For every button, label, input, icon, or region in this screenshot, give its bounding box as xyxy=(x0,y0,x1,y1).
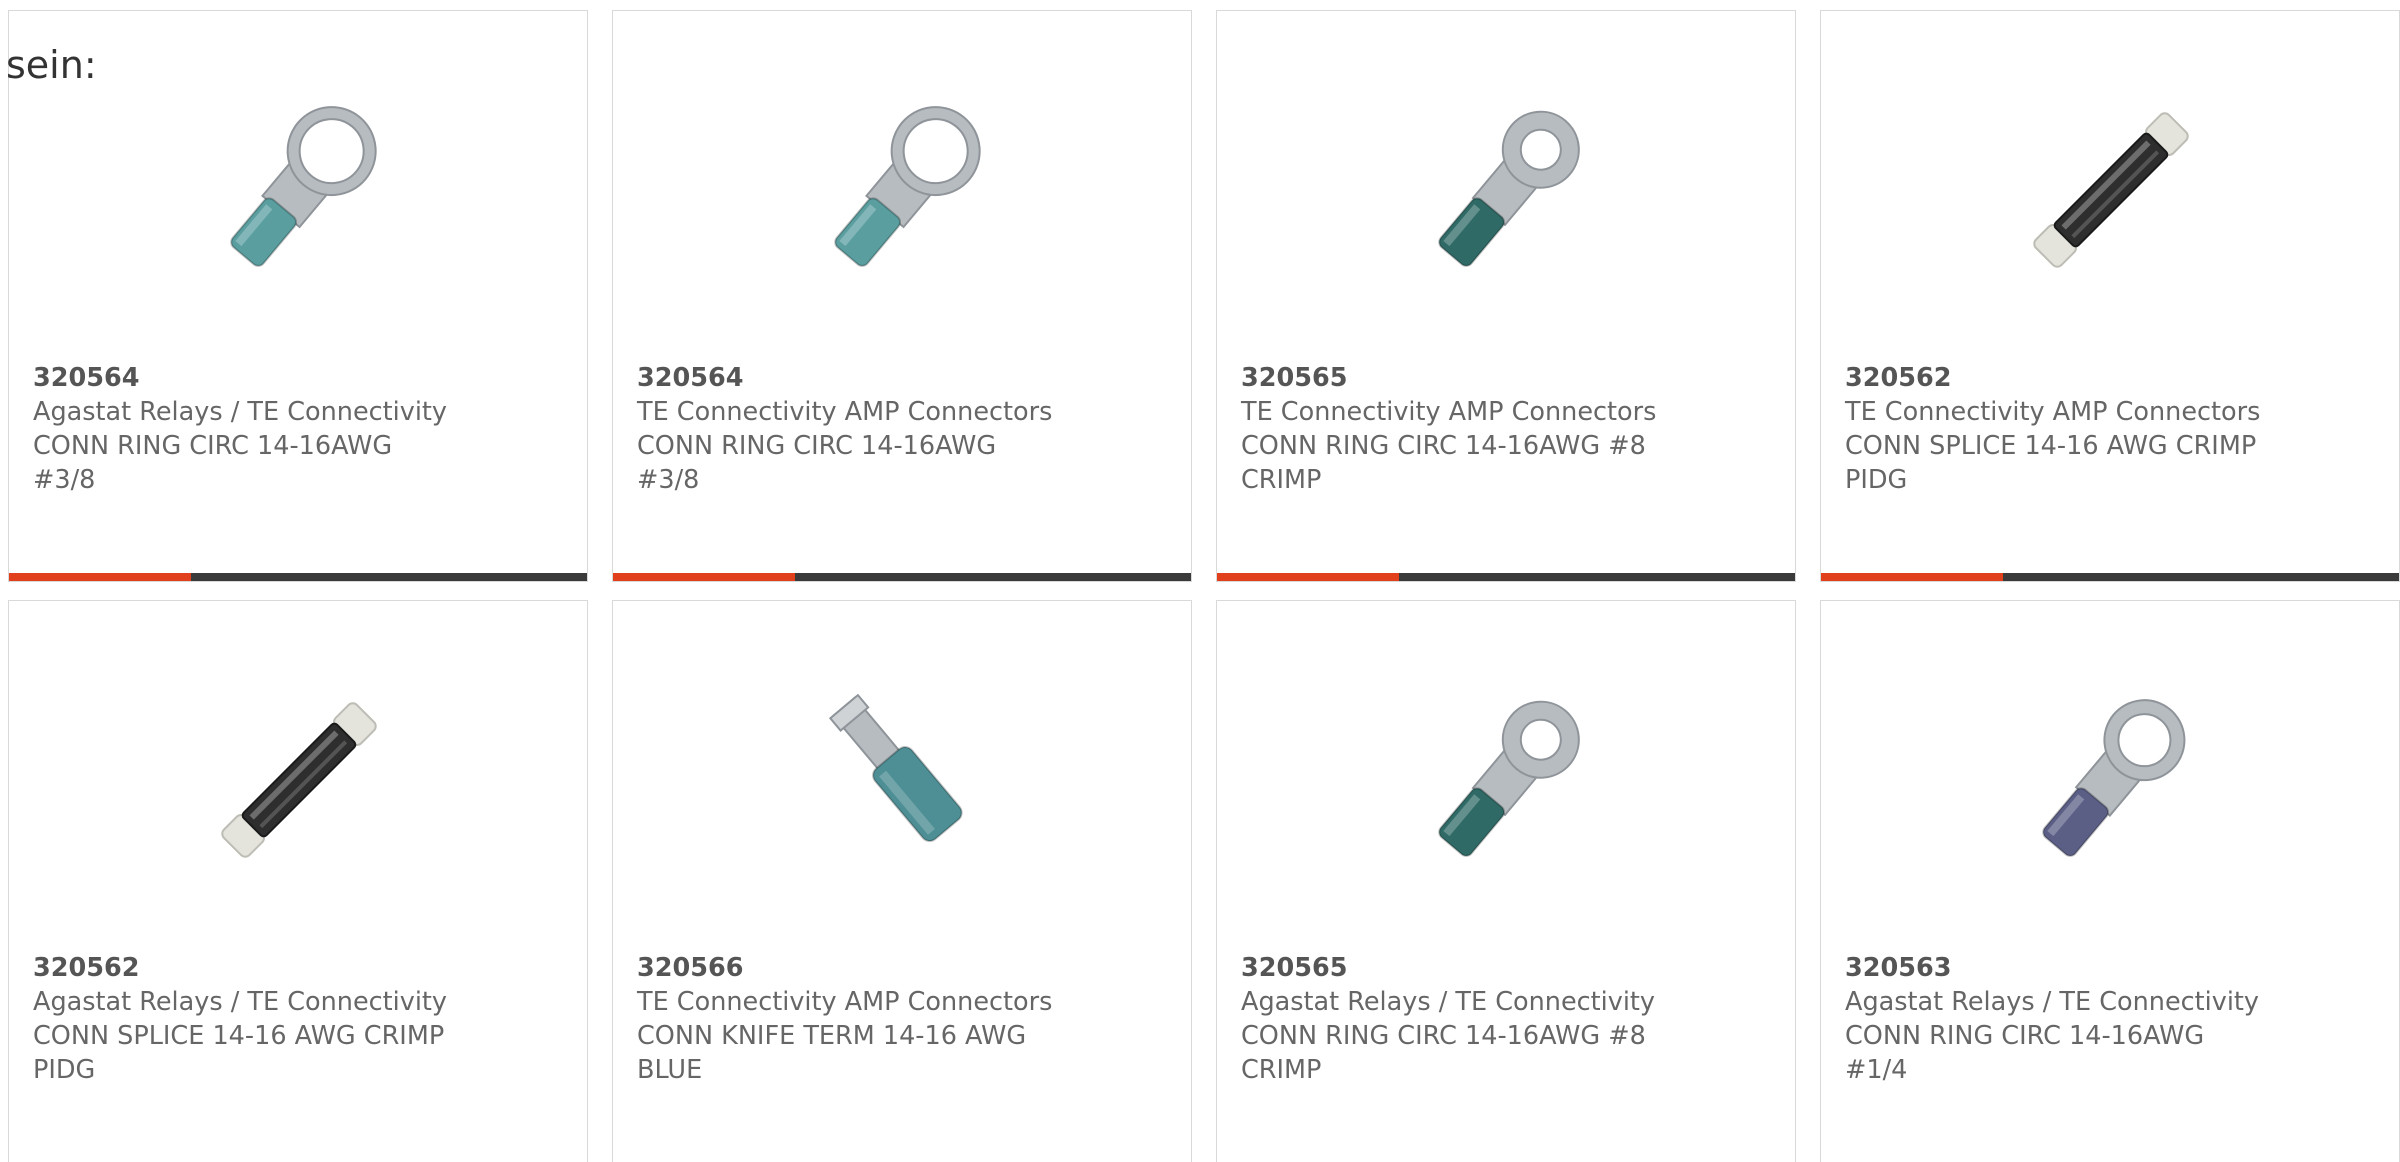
butt-splice-icon xyxy=(195,676,403,884)
description-line-1: CONN RING CIRC 14-16AWG xyxy=(637,431,997,461)
part-number: 320564 xyxy=(33,363,140,393)
ring-terminal-small-icon xyxy=(1403,676,1611,884)
description-line-2: CRIMP xyxy=(1241,465,1322,495)
product-card[interactable]: 320565 TE Connectivity AMP Connectors CO… xyxy=(1216,10,1796,582)
card-accent xyxy=(1217,573,1399,581)
product-info: 320564 Agastat Relays / TE Connectivity … xyxy=(33,361,493,497)
card-accent xyxy=(1821,573,2003,581)
card-bottom-bar xyxy=(613,573,1191,581)
description-line-1: CONN RING CIRC 14-16AWG xyxy=(1845,1021,2205,1051)
ring-terminal-large-icon xyxy=(195,86,403,294)
product-card[interactable]: 320562 TE Connectivity AMP Connectors CO… xyxy=(1820,10,2400,582)
manufacturer: TE Connectivity AMP Connectors xyxy=(637,987,1053,1017)
description-line-2: CRIMP xyxy=(1241,1055,1322,1085)
description-line-1: CONN SPLICE 14-16 AWG CRIMP xyxy=(1845,431,2257,461)
product-grid-page: sein: 320564 Agastat Relays / TE Connect… xyxy=(0,0,2400,1162)
product-card[interactable]: 320562 Agastat Relays / TE Connectivity … xyxy=(8,600,588,1162)
part-number: 320563 xyxy=(1845,953,1952,983)
description-line-1: CONN RING CIRC 14-16AWG xyxy=(33,431,393,461)
part-number: 320562 xyxy=(33,953,140,983)
description-line-1: CONN SPLICE 14-16 AWG CRIMP xyxy=(33,1021,445,1051)
description-line-2: PIDG xyxy=(1845,465,1908,495)
part-number: 320566 xyxy=(637,953,744,983)
product-card[interactable]: 320566 TE Connectivity AMP Connectors CO… xyxy=(612,600,1192,1162)
description-line-2: #3/8 xyxy=(33,465,96,495)
butt-splice-icon xyxy=(2007,86,2215,294)
ring-terminal-medium-icon xyxy=(2007,676,2215,884)
part-number: 320562 xyxy=(1845,363,1952,393)
ring-terminal-large-icon xyxy=(799,86,1007,294)
description-line-2: #1/4 xyxy=(1845,1055,1908,1085)
product-info: 320562 TE Connectivity AMP Connectors CO… xyxy=(1845,361,2305,497)
card-bottom-bar xyxy=(9,573,587,581)
section-heading: sein: xyxy=(6,43,97,87)
description-line-2: BLUE xyxy=(637,1055,703,1085)
description-line-1: CONN RING CIRC 14-16AWG #8 xyxy=(1241,431,1646,461)
manufacturer: Agastat Relays / TE Connectivity xyxy=(1845,987,2260,1017)
product-info: 320566 TE Connectivity AMP Connectors CO… xyxy=(637,951,1097,1087)
product-info: 320564 TE Connectivity AMP Connectors CO… xyxy=(637,361,1097,497)
description-line-1: CONN KNIFE TERM 14-16 AWG xyxy=(637,1021,1027,1051)
manufacturer: Agastat Relays / TE Connectivity xyxy=(1241,987,1656,1017)
description-line-1: CONN RING CIRC 14-16AWG #8 xyxy=(1241,1021,1646,1051)
manufacturer: TE Connectivity AMP Connectors xyxy=(1241,397,1657,427)
product-card[interactable]: 320564 Agastat Relays / TE Connectivity … xyxy=(8,10,588,582)
description-line-2: PIDG xyxy=(33,1055,96,1085)
knife-terminal-icon xyxy=(799,676,1007,884)
manufacturer: Agastat Relays / TE Connectivity xyxy=(33,397,448,427)
card-accent xyxy=(613,573,795,581)
product-card[interactable]: 320563 Agastat Relays / TE Connectivity … xyxy=(1820,600,2400,1162)
product-info: 320562 Agastat Relays / TE Connectivity … xyxy=(33,951,493,1087)
manufacturer: TE Connectivity AMP Connectors xyxy=(637,397,1053,427)
part-number: 320565 xyxy=(1241,363,1348,393)
product-card[interactable]: 320565 Agastat Relays / TE Connectivity … xyxy=(1216,600,1796,1162)
manufacturer: TE Connectivity AMP Connectors xyxy=(1845,397,2261,427)
ring-terminal-small-icon xyxy=(1403,86,1611,294)
part-number: 320564 xyxy=(637,363,744,393)
product-info: 320565 TE Connectivity AMP Connectors CO… xyxy=(1241,361,1701,497)
product-info: 320563 Agastat Relays / TE Connectivity … xyxy=(1845,951,2305,1087)
product-info: 320565 Agastat Relays / TE Connectivity … xyxy=(1241,951,1701,1087)
manufacturer: Agastat Relays / TE Connectivity xyxy=(33,987,448,1017)
product-card[interactable]: 320564 TE Connectivity AMP Connectors CO… xyxy=(612,10,1192,582)
card-bottom-bar xyxy=(1217,573,1795,581)
card-accent xyxy=(9,573,191,581)
card-bottom-bar xyxy=(1821,573,2399,581)
description-line-2: #3/8 xyxy=(637,465,700,495)
part-number: 320565 xyxy=(1241,953,1348,983)
